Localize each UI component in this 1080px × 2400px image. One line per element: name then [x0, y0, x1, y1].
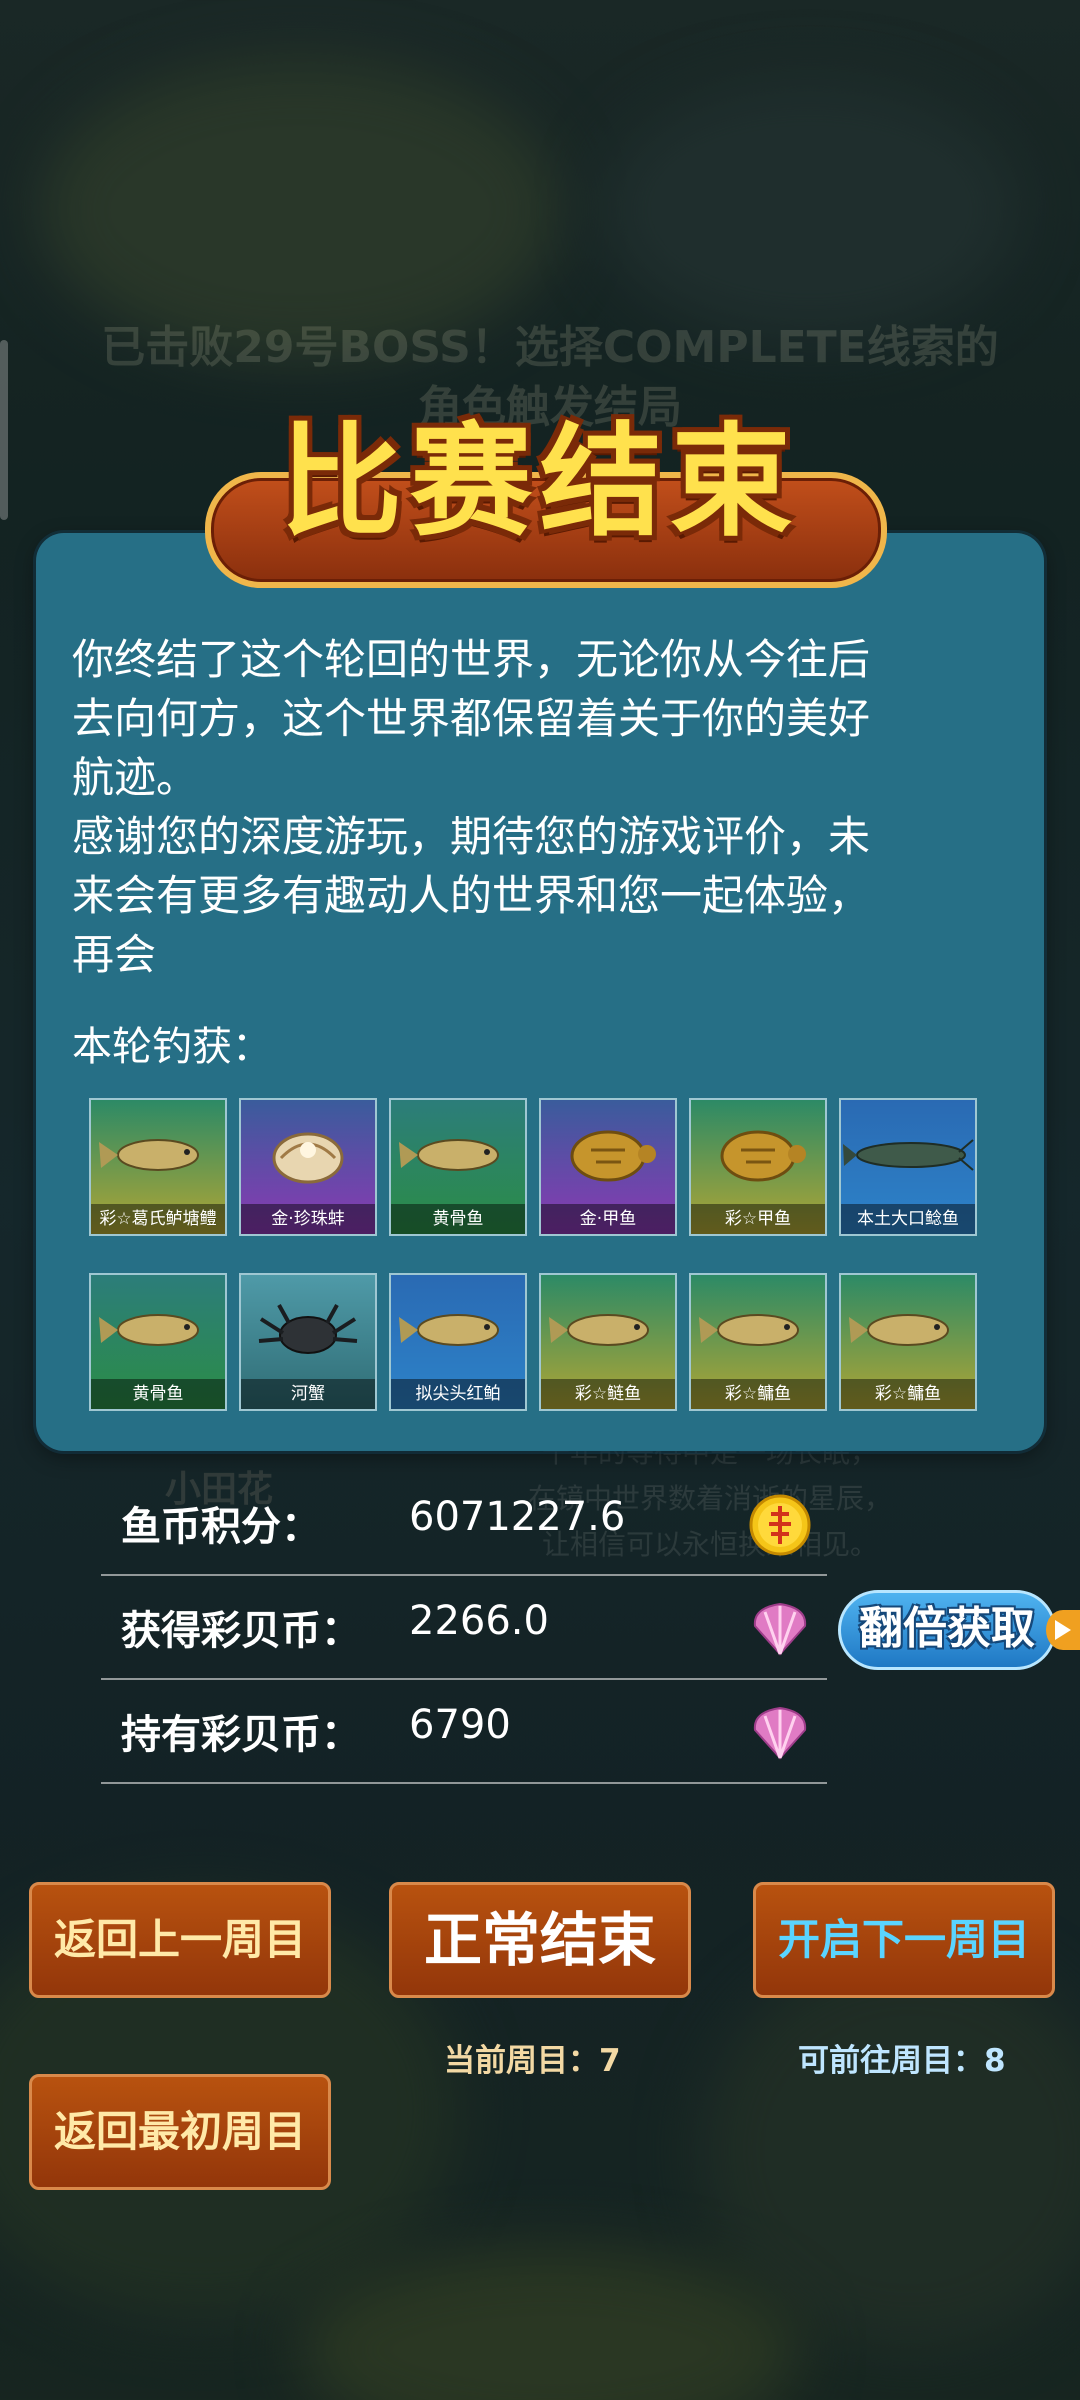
fish-card[interactable]: 河蟹: [239, 1273, 377, 1411]
first-cycle-button[interactable]: 返回最初周目: [29, 2074, 331, 2190]
fish-icon: [99, 1314, 199, 1346]
clam-icon: [272, 1132, 344, 1184]
shell-coin-icon: [753, 1602, 807, 1656]
available-cycle-label: 可前往周目：8: [798, 2043, 1006, 2079]
shell-coin-icon: [753, 1706, 807, 1760]
fish-name: 彩☆葛氏鲈塘鳢: [91, 1204, 225, 1234]
crab-icon: [258, 1304, 358, 1354]
fish-icon: [699, 1314, 799, 1346]
fish-icon: [849, 1314, 949, 1346]
fish-card[interactable]: 金·甲鱼: [539, 1098, 677, 1236]
fish-name: 黄骨鱼: [391, 1204, 525, 1234]
fish-name: 彩☆甲鱼: [691, 1204, 825, 1234]
held-shell-label: 持有彩贝币：: [121, 1712, 361, 1758]
held-shell-value: 6790: [409, 1702, 511, 1748]
held-shell-row: 持有彩贝币： 6790: [101, 1678, 827, 1784]
earned-shell-label: 获得彩贝币：: [121, 1608, 361, 1654]
fish-card[interactable]: 黄骨鱼: [389, 1098, 527, 1236]
fish-card[interactable]: 黄骨鱼: [89, 1273, 227, 1411]
message-line: 再会: [72, 930, 157, 979]
fish-coin-label: 鱼币积分：: [121, 1504, 321, 1550]
fish-card[interactable]: 彩☆甲鱼: [689, 1098, 827, 1236]
fish-icon: [549, 1314, 649, 1346]
fish-card[interactable]: 彩☆葛氏鲈塘鳢: [89, 1098, 227, 1236]
fish-name: 本土大口鲶鱼: [841, 1204, 975, 1234]
message-line: 去向何方，这个世界都保留着关于你的美好: [72, 694, 871, 743]
earned-shell-row: 获得彩贝币： 2266.0: [101, 1574, 827, 1680]
video-play-icon[interactable]: [1046, 1610, 1080, 1650]
double-reward-button[interactable]: 翻倍获取: [838, 1590, 1056, 1670]
prev-cycle-button[interactable]: 返回上一周目: [29, 1882, 331, 1998]
dialog-title: 比赛结束: [280, 411, 800, 553]
earned-shell-value: 2266.0: [409, 1598, 549, 1644]
turtle-icon: [570, 1130, 656, 1182]
turtle-icon: [720, 1130, 806, 1182]
fish-card[interactable]: 金·珍珠蚌: [239, 1098, 377, 1236]
ending-message: 你终结了这个轮回的世界，无论你从今往后 去向何方，这个世界都保留着关于你的美好 …: [72, 630, 1007, 984]
message-line: 感谢您的深度游玩，期待您的游戏评价，未: [72, 812, 871, 861]
fish-card[interactable]: 拟尖头红鲌: [389, 1273, 527, 1411]
fish-card[interactable]: 彩☆鳙鱼: [839, 1273, 977, 1411]
fish-coin-icon: [749, 1494, 811, 1556]
message-line: 来会有更多有趣动人的世界和您一起体验，: [72, 871, 871, 920]
fish-name: 金·甲鱼: [541, 1204, 675, 1234]
message-line: 航迹。: [72, 753, 199, 802]
catch-label: 本轮钓获：: [72, 1024, 272, 1070]
fish-name: 河蟹: [241, 1379, 375, 1409]
fish-name: 彩☆鳙鱼: [841, 1379, 975, 1409]
fish-card[interactable]: 彩☆鲢鱼: [539, 1273, 677, 1411]
fish-icon: [399, 1314, 499, 1346]
next-cycle-button[interactable]: 开启下一周目: [753, 1882, 1055, 1998]
fish-icon: [399, 1139, 499, 1171]
catfish-icon: [843, 1139, 974, 1171]
fish-name: 黄骨鱼: [91, 1379, 225, 1409]
fish-name: 金·珍珠蚌: [241, 1204, 375, 1234]
fish-card[interactable]: 彩☆鳙鱼: [689, 1273, 827, 1411]
fish-name: 彩☆鳙鱼: [691, 1379, 825, 1409]
fish-icon: [99, 1139, 199, 1171]
normal-end-button[interactable]: 正常结束: [389, 1882, 691, 1998]
fish-name: 拟尖头红鲌: [391, 1379, 525, 1409]
current-cycle-label: 当前周目：7: [444, 2043, 621, 2079]
fish-card[interactable]: 本土大口鲶鱼: [839, 1098, 977, 1236]
fish-coin-row: 鱼币积分： 6071227.6: [101, 1470, 827, 1576]
fish-name: 彩☆鲢鱼: [541, 1379, 675, 1409]
message-line: 你终结了这个轮回的世界，无论你从今往后: [72, 635, 871, 684]
fish-coin-value: 6071227.6: [409, 1494, 626, 1540]
